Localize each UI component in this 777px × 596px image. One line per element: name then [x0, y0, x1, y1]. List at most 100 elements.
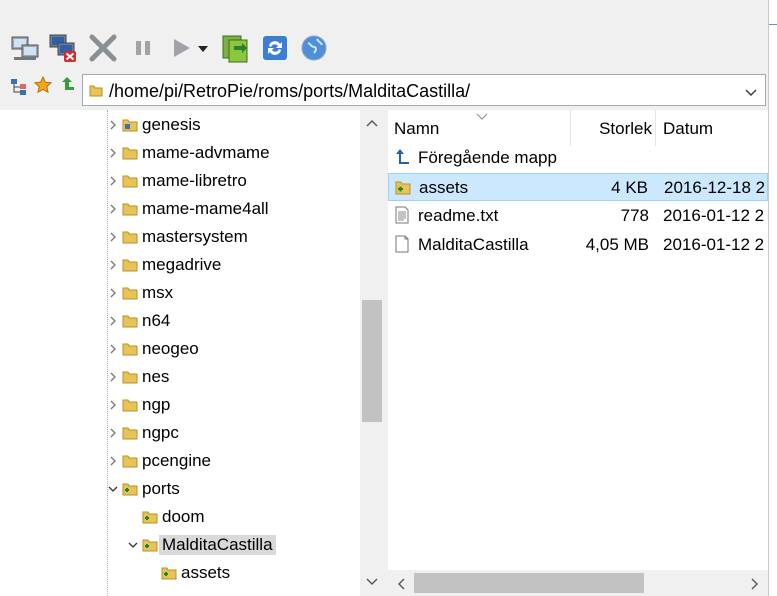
tree-item-label: megadrive: [142, 255, 222, 274]
chevron-down-icon[interactable]: [745, 85, 757, 96]
chevron-right-icon[interactable]: [108, 148, 118, 158]
chevron-right-icon[interactable]: [108, 260, 118, 270]
file-row[interactable]: Föregående mapp: [388, 144, 768, 172]
column-header-size[interactable]: Storlek: [571, 110, 655, 146]
path-row: /home/pi/RetroPie/roms/ports/MalditaCast…: [0, 70, 768, 110]
chevron-right-icon[interactable]: [108, 176, 118, 186]
tree-item[interactable]: pcengine: [108, 448, 360, 476]
scrollbar-thumb[interactable]: [362, 300, 382, 422]
tree-item-label: pcengine: [142, 451, 212, 470]
file-row[interactable]: readme.txt 778 2016-01-12 2: [388, 202, 768, 230]
tree-item-label: mame-mame4all: [142, 199, 269, 218]
tree-item-label: doom: [162, 507, 205, 526]
tree-item[interactable]: n64: [108, 308, 360, 336]
chevron-right-icon[interactable]: [108, 288, 118, 298]
tree-item-label: ports: [142, 479, 180, 498]
chevron-right-icon[interactable]: [108, 400, 118, 410]
parent-directory-icon[interactable]: [58, 76, 76, 94]
folder-icon: [122, 231, 138, 244]
scroll-up-icon[interactable]: [366, 118, 378, 128]
scroll-down-icon[interactable]: [366, 577, 378, 587]
file-row[interactable]: MalditaCastilla 4,05 MB 2016-01-12 2: [388, 231, 768, 259]
tree-item[interactable]: mame-advmame: [108, 140, 360, 168]
column-name-label: Namn: [394, 119, 440, 138]
chevron-right-icon[interactable]: [108, 316, 118, 326]
tree-item-label: MalditaCastilla: [159, 535, 276, 555]
background-window-edge: [768, 0, 777, 596]
column-header-date[interactable]: Datum: [656, 110, 768, 146]
tree-item[interactable]: genesis: [108, 112, 360, 140]
cancel-icon[interactable]: [88, 33, 118, 63]
scroll-right-icon[interactable]: [750, 578, 760, 590]
path-input[interactable]: /home/pi/RetroPie/roms/ports/MalditaCast…: [82, 74, 766, 106]
file-name: assets: [419, 178, 469, 197]
tree-item-label: nes: [142, 367, 170, 386]
folder-icon: [89, 84, 103, 97]
play-dropdown-icon[interactable]: [196, 33, 210, 63]
favorites-star-icon[interactable]: [33, 75, 53, 94]
connect-icon[interactable]: [10, 33, 40, 63]
play-icon[interactable]: [166, 33, 196, 63]
tree-item[interactable]: ports: [108, 476, 360, 504]
chevron-right-icon[interactable]: [108, 456, 118, 466]
folder-icon: [122, 175, 138, 188]
file-size: 4,05 MB: [585, 235, 649, 254]
tree-item-label: n64: [142, 311, 171, 330]
sync-icon[interactable]: [260, 33, 290, 63]
file-name: MalditaCastilla: [418, 235, 529, 254]
tree-item-label: assets: [181, 563, 231, 582]
tree-item[interactable]: doom: [128, 504, 360, 532]
folder-icon: [122, 119, 138, 132]
chevron-right-icon[interactable]: [108, 372, 118, 382]
chevron-down-icon[interactable]: [128, 540, 138, 550]
tree-item[interactable]: nes: [108, 364, 360, 392]
tree-item[interactable]: mame-mame4all: [108, 196, 360, 224]
file-size: 4 KB: [611, 178, 648, 197]
folder-icon: [395, 178, 411, 196]
tree-item[interactable]: msx: [108, 280, 360, 308]
chevron-down-icon[interactable]: [108, 484, 118, 494]
tree-vertical-scrollbar[interactable]: [360, 110, 384, 596]
scrollbar-thumb[interactable]: [414, 573, 644, 593]
path-text: /home/pi/RetroPie/roms/ports/MalditaCast…: [109, 81, 471, 101]
chevron-right-icon[interactable]: [108, 120, 118, 130]
tree-item-label: genesis: [142, 115, 201, 134]
tree-item[interactable]: mastersystem: [108, 224, 360, 252]
tree-item[interactable]: assets: [147, 560, 360, 588]
file-date: 2016-01-12 2: [663, 206, 765, 225]
folder-open-icon: [161, 567, 177, 580]
column-header-name[interactable]: Namn: [388, 110, 570, 146]
file-name: readme.txt: [418, 206, 499, 225]
tree-item[interactable]: MalditaCastilla: [128, 532, 360, 560]
globe-icon[interactable]: [299, 33, 329, 63]
folder-icon: [122, 147, 138, 160]
file-date: 2016-01-12 2: [663, 235, 765, 254]
toolbar: [0, 0, 777, 70]
chevron-right-icon[interactable]: [108, 344, 118, 354]
file-row[interactable]: assets 4 KB 2016-12-18 2: [388, 173, 768, 201]
sort-caret-icon: [476, 113, 488, 120]
tree-item[interactable]: neogeo: [108, 336, 360, 364]
chevron-right-icon[interactable]: [108, 204, 118, 214]
disconnect-icon[interactable]: [48, 33, 78, 63]
list-horizontal-scrollbar[interactable]: [388, 570, 768, 596]
tree-item-label: ngpc: [142, 423, 179, 442]
tree-item[interactable]: megadrive: [108, 252, 360, 280]
pause-icon[interactable]: [128, 33, 158, 63]
tree-toggle-icon[interactable]: [10, 78, 28, 96]
folder-open-icon: [142, 511, 158, 524]
refresh-green-icon[interactable]: [220, 33, 250, 63]
tree-item[interactable]: ngpc: [108, 420, 360, 448]
chevron-right-icon[interactable]: [108, 428, 118, 438]
scroll-left-icon[interactable]: [396, 578, 406, 590]
directory-tree: genesis mame-advmame mame-libretro mame-mam…: [0, 110, 386, 596]
tree-item[interactable]: mame-libretro: [108, 168, 360, 196]
chevron-right-icon[interactable]: [108, 232, 118, 242]
tree-item-label: neogeo: [142, 339, 199, 358]
tree-item-label: msx: [142, 283, 174, 302]
folder-icon: [122, 259, 138, 272]
tree-item[interactable]: ngp: [108, 392, 360, 420]
folder-icon: [122, 343, 138, 356]
folder-icon: [122, 455, 138, 468]
text-file-icon: [394, 206, 410, 224]
